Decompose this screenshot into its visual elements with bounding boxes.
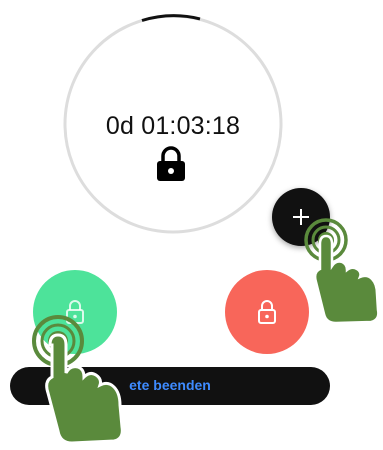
tap-gesture-hand-icon bbox=[30, 315, 142, 445]
tap-gesture-hand-icon bbox=[300, 218, 383, 325]
lock-red-button[interactable] bbox=[225, 270, 309, 354]
timer-display: 0d 01:03:18 bbox=[105, 112, 241, 140]
lock-icon bbox=[156, 146, 186, 182]
lock-icon bbox=[258, 300, 276, 324]
